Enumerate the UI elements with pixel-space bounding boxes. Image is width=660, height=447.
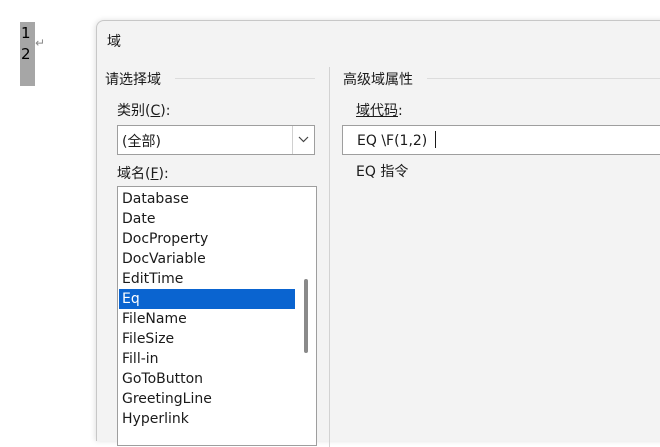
list-item[interactable]: DocVariable [119, 249, 295, 269]
text-caret [434, 131, 436, 148]
select-field-group-title: 请选择域 [105, 72, 161, 88]
list-item[interactable]: GoToButton [119, 369, 295, 389]
list-item[interactable]: EditTime [119, 269, 295, 289]
paragraph-mark: ↵ [35, 36, 46, 50]
category-label: 类别(C): [117, 103, 171, 119]
list-item[interactable]: Date [119, 209, 295, 229]
group-divider-left [175, 78, 315, 79]
list-item[interactable]: FileSize [119, 329, 295, 349]
fraction-denominator: 2 [21, 45, 31, 63]
field-code-value: EQ \F(1,2) [357, 131, 436, 149]
chevron-down-icon [298, 136, 309, 143]
group-separator [329, 67, 330, 447]
field-names-label: 域名(F): [117, 166, 169, 182]
category-combobox[interactable]: (全部) [117, 125, 315, 155]
scrollbar-thumb[interactable] [304, 279, 308, 353]
field-names-list[interactable]: Database Date DocProperty DocVariable Ed… [117, 186, 317, 446]
list-item[interactable]: Database [119, 189, 295, 209]
list-item-selected[interactable]: Eq [119, 289, 295, 309]
field-description: EQ 指令 [356, 164, 409, 180]
dialog-title: 域 [107, 34, 121, 50]
field-dialog: 域 请选择域 类别(C): (全部) 域名(F): Database Date … [96, 20, 660, 447]
advanced-properties-group-title: 高级域属性 [343, 72, 413, 88]
list-item[interactable]: DocProperty [119, 229, 295, 249]
list-item[interactable]: GreetingLine [119, 389, 295, 409]
fraction-numerator: 1 [21, 24, 31, 42]
list-item[interactable]: Fill-in [119, 349, 295, 369]
field-code-input[interactable]: EQ \F(1,2) [342, 125, 660, 155]
list-scrollbar[interactable] [296, 187, 316, 445]
list-item[interactable]: Hyperlink [119, 409, 295, 429]
field-code-label: 域代码: [356, 103, 403, 119]
category-dropdown-button[interactable] [292, 126, 314, 154]
group-divider-right [427, 78, 660, 79]
list-item[interactable]: FileName [119, 309, 295, 329]
category-value: (全部) [122, 134, 161, 150]
